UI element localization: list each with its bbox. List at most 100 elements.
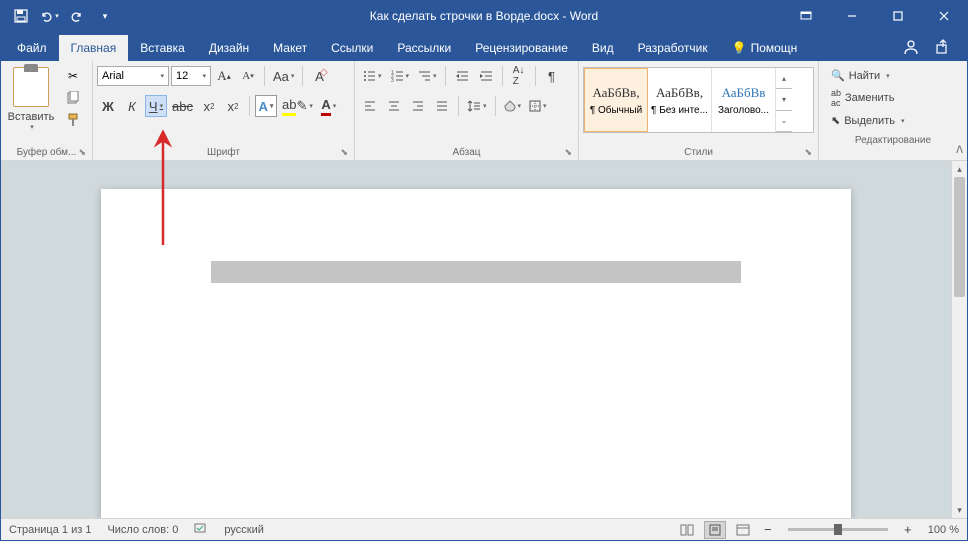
paragraph-group-label: Абзац [452,147,480,158]
justify-icon[interactable] [431,95,453,117]
find-label: Найти [849,70,880,82]
styles-gallery[interactable]: АаБбВв, ¶ Обычный АаБбВв, ¶ Без инте... … [583,67,814,133]
styles-launcher-icon[interactable]: ⬊ [804,147,812,158]
svg-text:3: 3 [391,78,394,83]
bullets-icon[interactable]: ▾ [359,65,385,87]
select-button[interactable]: ⬉Выделить▾ [829,112,957,129]
font-name-value: Arial [102,70,124,82]
numbering-icon[interactable]: 123▾ [387,65,413,87]
collapse-ribbon-icon[interactable]: ᐱ [956,145,963,156]
paste-label: Вставить [8,111,55,123]
scroll-down-icon[interactable]: ▾ [952,502,967,518]
tab-references[interactable]: Ссылки [319,35,385,61]
sort-icon[interactable]: A↓Z [508,65,530,87]
subscript-icon[interactable]: x2 [198,95,220,117]
search-icon: 🔍 [831,69,845,82]
style-no-spacing[interactable]: АаБбВв, ¶ Без инте... [648,68,712,132]
tab-insert[interactable]: Вставка [128,35,197,61]
print-layout-icon[interactable] [704,521,726,539]
tab-layout[interactable]: Макет [261,35,319,61]
grow-font-icon[interactable]: A▴ [213,65,235,87]
zoom-level[interactable]: 100 % [928,524,959,536]
underline-button[interactable]: Ч▾ [145,95,167,117]
save-icon[interactable] [9,4,33,28]
font-name-selector[interactable]: Arial▾ [97,66,169,86]
line-spacing-icon[interactable]: ▾ [464,95,490,117]
borders-icon[interactable]: ▾ [526,95,550,117]
style-preview: АаБбВв [722,85,766,101]
close-icon[interactable] [921,1,967,31]
align-right-icon[interactable] [407,95,429,117]
bold-button[interactable]: Ж [97,95,119,117]
share-icon[interactable] [927,33,959,61]
tell-me[interactable]: 💡Помощн [720,35,810,61]
replace-button[interactable]: abacЗаменить [829,86,957,110]
account-icon[interactable] [895,33,927,61]
tab-review[interactable]: Рецензирование [463,35,580,61]
strikethrough-button[interactable]: abc [169,95,196,117]
vertical-scrollbar[interactable]: ▴ ▾ [951,161,967,518]
increase-indent-icon[interactable] [475,65,497,87]
show-marks-icon[interactable]: ¶ [541,65,563,87]
window-title: Как сделать строчки в Ворде.docx - Word [370,9,598,23]
multilevel-list-icon[interactable]: ▾ [414,65,440,87]
superscript-icon[interactable]: x2 [222,95,244,117]
zoom-in-icon[interactable]: + [900,519,916,541]
copy-icon[interactable] [63,89,83,107]
styles-scroll-up-icon[interactable]: ▴ [776,68,792,89]
cut-icon[interactable]: ✂ [63,67,83,85]
tab-mailings[interactable]: Рассылки [385,35,463,61]
italic-button[interactable]: К [121,95,143,117]
page-count[interactable]: Страница 1 из 1 [9,524,91,536]
format-painter-icon[interactable] [63,111,83,129]
styles-scroll-down-icon[interactable]: ▾ [776,89,792,110]
tab-home[interactable]: Главная [59,35,129,61]
tab-file[interactable]: Файл [5,35,59,61]
shrink-font-icon[interactable]: A▾ [237,65,259,87]
word-count[interactable]: Число слов: 0 [107,524,178,536]
web-layout-icon[interactable] [732,521,754,539]
document-area[interactable] [1,161,951,518]
tab-design[interactable]: Дизайн [197,35,261,61]
maximize-icon[interactable] [875,1,921,31]
clear-formatting-icon[interactable]: A◇ [308,65,330,87]
replace-icon: abac [831,88,841,108]
read-mode-icon[interactable] [676,521,698,539]
clipboard-group-label: Буфер обм... [17,147,77,158]
font-size-selector[interactable]: 12▾ [171,66,211,86]
styles-expand-icon[interactable]: ⌄ [776,111,792,132]
font-launcher-icon[interactable]: ⬊ [340,147,348,158]
style-heading1[interactable]: АаБбВв Заголово... [712,68,776,132]
align-center-icon[interactable] [383,95,405,117]
align-left-icon[interactable] [359,95,381,117]
style-preview: АаБбВв, [656,85,703,101]
tab-developer[interactable]: Разработчик [626,35,720,61]
style-name: ¶ Обычный [590,105,642,116]
shading-icon[interactable]: ▾ [501,95,525,117]
change-case-icon[interactable]: Aa▾ [270,65,297,87]
paragraph-launcher-icon[interactable]: ⬊ [564,147,572,158]
undo-icon[interactable]: ▾ [37,4,61,28]
minimize-icon[interactable] [829,1,875,31]
ribbon-options-icon[interactable] [783,1,829,31]
zoom-slider[interactable] [788,528,888,531]
find-button[interactable]: 🔍Найти▾ [829,67,957,84]
scroll-up-icon[interactable]: ▴ [952,161,967,177]
font-size-value: 12 [176,70,188,82]
qat-customize-icon[interactable]: ▾ [93,4,117,28]
page[interactable] [101,189,851,518]
text-selection [211,261,741,283]
language-indicator[interactable]: русский [224,524,263,536]
style-normal[interactable]: АаБбВв, ¶ Обычный [584,68,648,132]
clipboard-launcher-icon[interactable]: ⬊ [78,147,86,158]
text-effects-icon[interactable]: A▾ [255,95,277,117]
scroll-thumb[interactable] [954,177,965,297]
font-color-icon[interactable]: A▾ [318,95,340,117]
paste-button[interactable]: Вставить ▾ [5,63,57,145]
decrease-indent-icon[interactable] [451,65,473,87]
highlight-icon[interactable]: ab✎▾ [279,95,316,117]
redo-icon[interactable] [65,4,89,28]
zoom-out-icon[interactable]: − [760,519,776,541]
spellcheck-icon[interactable] [194,521,208,538]
tab-view[interactable]: Вид [580,35,626,61]
